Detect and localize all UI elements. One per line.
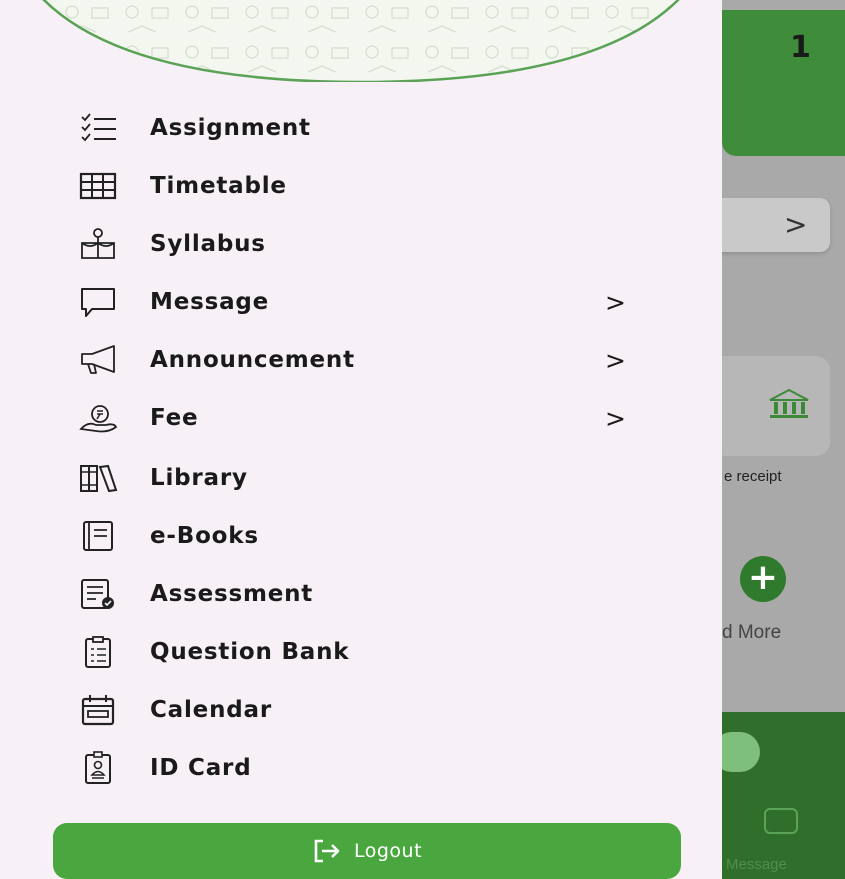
chevron-right-icon: > (605, 346, 626, 375)
ebook-icon (78, 516, 150, 556)
background-message-label: Message (726, 856, 787, 873)
menu-item-label: Timetable (150, 173, 287, 199)
background-row-card (712, 198, 830, 252)
drawer-header (0, 0, 722, 84)
menu-item-fee[interactable]: Fee > (78, 392, 648, 444)
add-more-plus-icon: + (740, 556, 786, 602)
message-nav-icon (764, 808, 798, 834)
logout-icon (314, 839, 340, 863)
syllabus-icon (78, 224, 150, 264)
background-summary-card (722, 10, 845, 156)
drawer-header-pattern (42, 0, 680, 84)
money-icon (78, 398, 150, 438)
table-grid-icon (78, 166, 150, 206)
menu-item-announcement[interactable]: Announcement > (78, 334, 648, 386)
menu-item-message[interactable]: Message > (78, 276, 648, 328)
chat-bubble-icon (78, 282, 150, 322)
background-chevron-icon: > (784, 208, 808, 241)
menu-item-question-bank[interactable]: Question Bank (78, 626, 648, 678)
background-count: 1 (790, 30, 811, 65)
menu-item-label: Announcement (150, 347, 355, 373)
menu-item-ebooks[interactable]: e-Books (78, 510, 648, 562)
menu-item-assignment[interactable]: Assignment (78, 102, 648, 154)
menu-item-timetable[interactable]: Timetable (78, 160, 648, 212)
menu-item-label: Syllabus (150, 231, 266, 257)
calendar-icon (78, 690, 150, 730)
navigation-drawer: Assignment Timetable Syllabus Message > (0, 0, 722, 879)
checklist-icon (78, 108, 150, 148)
menu-item-label: Calendar (150, 697, 272, 723)
chevron-right-icon: > (605, 288, 626, 317)
megaphone-icon (78, 340, 150, 380)
menu-item-library[interactable]: Library (78, 452, 648, 504)
menu-item-id-card[interactable]: ID Card (78, 742, 648, 794)
menu-item-label: Question Bank (150, 639, 350, 665)
books-icon (78, 458, 150, 498)
menu-item-label: e-Books (150, 523, 259, 549)
menu-item-label: ID Card (150, 755, 252, 781)
bank-icon (769, 388, 809, 418)
id-card-icon (78, 748, 150, 788)
menu-item-label: Assessment (150, 581, 314, 607)
background-receipt-label: e receipt (724, 468, 782, 485)
chevron-right-icon: > (605, 404, 626, 433)
logout-label: Logout (353, 840, 423, 862)
menu-item-label: Library (150, 465, 248, 491)
menu-item-label: Assignment (150, 115, 311, 141)
menu-item-assessment[interactable]: Assessment (78, 568, 648, 620)
menu-item-label: Message (150, 289, 270, 315)
menu-item-syllabus[interactable]: Syllabus (78, 218, 648, 270)
menu-item-calendar[interactable]: Calendar (78, 684, 648, 736)
menu-item-label: Fee (150, 405, 199, 431)
background-add-label: d More (722, 622, 782, 643)
assessment-icon (78, 574, 150, 614)
logout-button[interactable]: Logout (53, 823, 681, 879)
clipboard-icon (78, 632, 150, 672)
